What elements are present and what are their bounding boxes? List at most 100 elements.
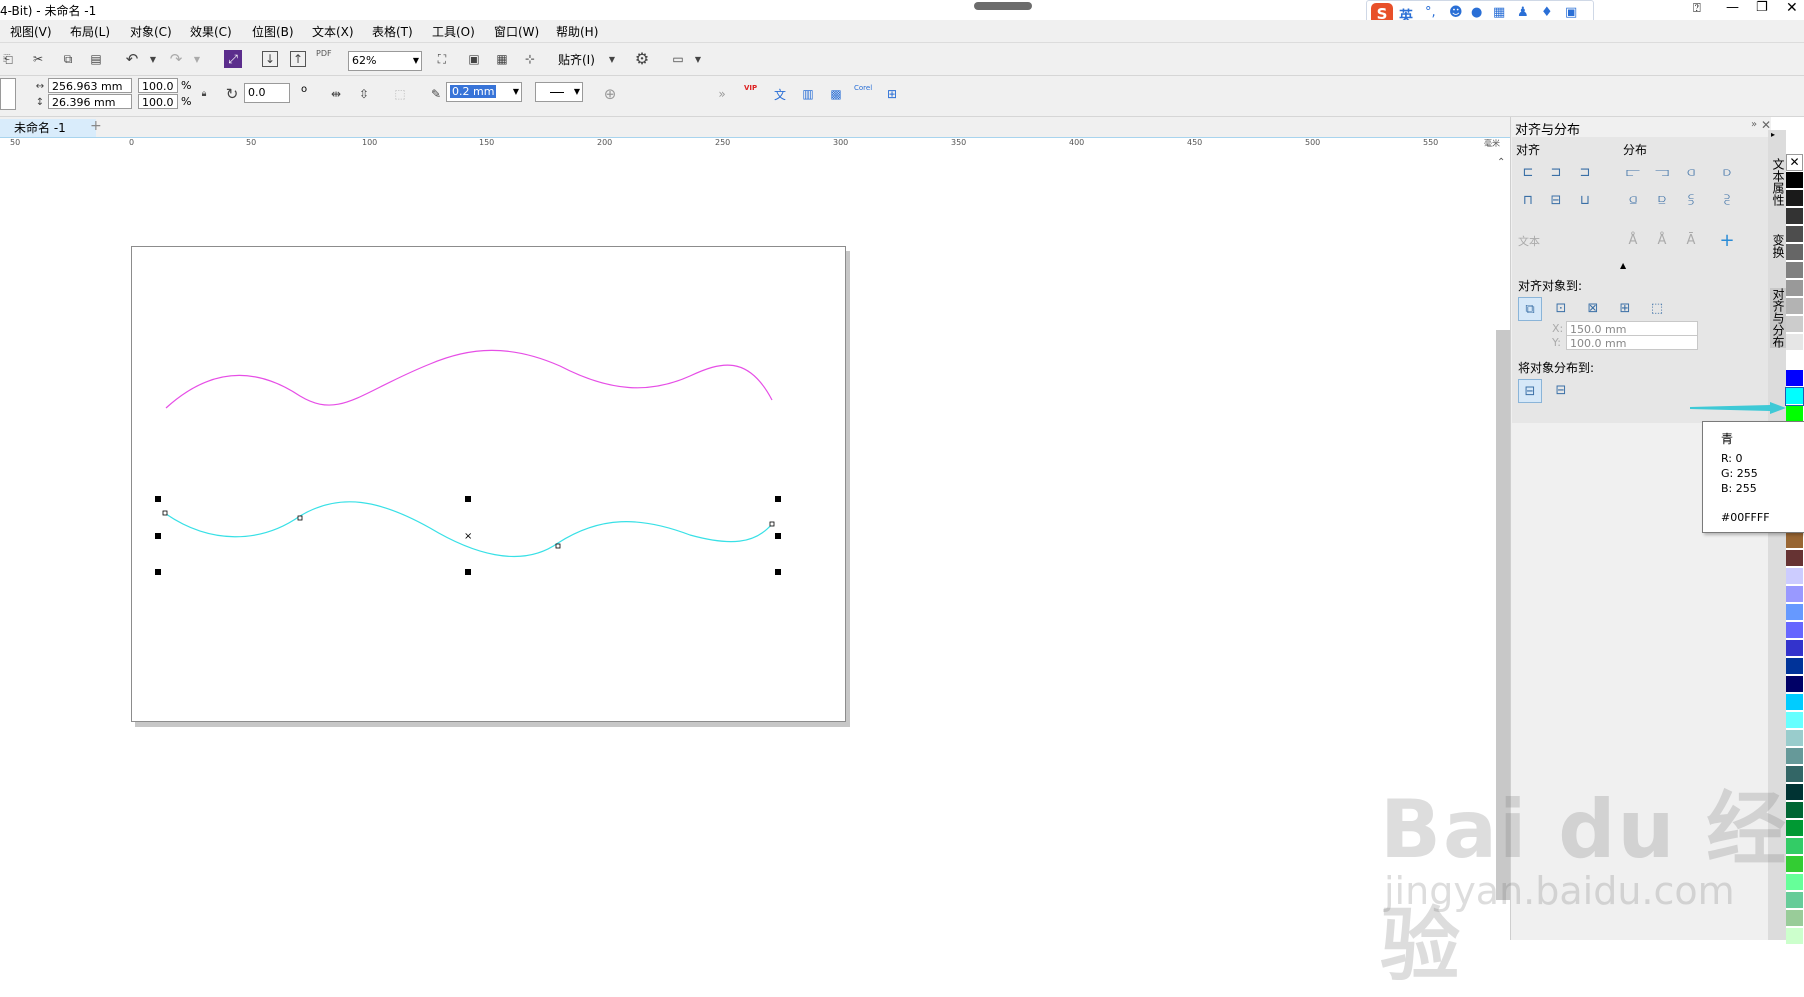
align-options-plus-icon[interactable]: +	[1716, 229, 1738, 251]
show-grid-icon[interactable]: ▦	[494, 51, 510, 67]
snap-to-button[interactable]: 贴齐(I)	[558, 51, 595, 68]
distribute-spacing-v-icon[interactable]: ⫔	[1716, 189, 1738, 211]
selection-handle[interactable]	[775, 533, 781, 539]
align-bottom-icon[interactable]: ⊔	[1574, 189, 1596, 211]
align-to-point-icon[interactable]: ⬚	[1646, 297, 1668, 319]
redo-icon[interactable]: ↷	[168, 50, 184, 68]
palette-swatch[interactable]	[1786, 208, 1803, 225]
side-tab-transform[interactable]: 变换	[1770, 234, 1787, 258]
menu-object[interactable]: 对象(C)	[130, 23, 172, 40]
menu-table[interactable]: 表格(T)	[372, 23, 413, 40]
distribute-top-icon[interactable]: ⫑	[1622, 189, 1644, 211]
side-tab-text-properties[interactable]: 文本属性	[1770, 158, 1787, 206]
object-width-field[interactable]: 256.963 mm	[48, 78, 132, 93]
menu-layout[interactable]: 布局(L)	[70, 23, 110, 40]
align-to-grid-icon[interactable]: ⊞	[1614, 297, 1636, 319]
object-height-field[interactable]: 26.396 mm	[48, 94, 132, 109]
help-window-icon[interactable]: ⍰	[1693, 1, 1701, 16]
palette-swatch[interactable]	[1786, 622, 1803, 639]
redo-dropdown-icon[interactable]: ▼	[189, 51, 205, 67]
position-field[interactable]	[0, 78, 16, 110]
palette-swatch[interactable]	[1786, 352, 1803, 369]
app-launcher-dropdown-icon[interactable]: ▼	[690, 51, 706, 67]
horizontal-ruler[interactable]: 50 0 50 100 150 200 250 300 350 400 450 …	[0, 137, 1510, 155]
palette-swatch[interactable]	[1786, 370, 1803, 387]
menu-text[interactable]: 文本(X)	[312, 23, 354, 40]
palette-swatch[interactable]	[1786, 280, 1803, 297]
selection-handle[interactable]	[775, 569, 781, 575]
scale-x-field[interactable]: 100.0	[138, 78, 178, 93]
app-launcher-icon[interactable]: ▭	[670, 51, 686, 67]
menu-window[interactable]: 窗口(W)	[494, 23, 539, 40]
node-handle[interactable]	[555, 543, 561, 549]
batch-plugin-icon[interactable]: ⊞	[884, 86, 900, 102]
zoom-dropdown-icon[interactable]: ▼	[413, 52, 419, 70]
plugin-text-icon[interactable]: 文	[772, 86, 788, 102]
align-center-h-icon[interactable]: ⊐	[1545, 161, 1567, 183]
docker-collapse-icon[interactable]: »	[1751, 119, 1757, 130]
add-document-tab-button[interactable]: +	[90, 118, 102, 134]
align-to-active-object-icon[interactable]: ⧉	[1518, 297, 1542, 321]
align-left-icon[interactable]: ⊏	[1517, 161, 1539, 183]
align-top-icon[interactable]: ⊓	[1517, 189, 1539, 211]
palette-swatch[interactable]	[1786, 244, 1803, 261]
vip-icon[interactable]: VIP	[744, 84, 757, 92]
toolbox-icon[interactable]: ▣	[1565, 5, 1577, 20]
palette-swatch[interactable]	[1786, 298, 1803, 315]
palette-swatch[interactable]	[1786, 676, 1803, 693]
y-position-field[interactable]: 100.0 mm	[1566, 335, 1698, 350]
microphone-icon[interactable]: ●	[1471, 5, 1482, 20]
distribute-to-selection-icon[interactable]: ⊟	[1518, 379, 1542, 403]
align-right-icon[interactable]: ⊐	[1574, 161, 1596, 183]
add-preset-icon[interactable]: ⊕	[602, 85, 618, 103]
distribute-bottom-icon[interactable]: ⫓	[1680, 189, 1702, 211]
options-gear-icon[interactable]: ⚙	[634, 49, 650, 68]
menu-effects[interactable]: 效果(C)	[190, 23, 232, 40]
menu-view[interactable]: 视图(V)	[10, 23, 52, 40]
side-tab-align-distribute[interactable]: 对齐与分布	[1770, 288, 1787, 348]
side-tab-scroll-icon[interactable]: ▸	[1771, 130, 1775, 139]
curves-layer[interactable]: ×	[0, 154, 1500, 940]
palette-swatch[interactable]	[1786, 658, 1803, 675]
node-handle[interactable]	[162, 510, 168, 516]
copy-icon[interactable]: ⧉	[60, 51, 76, 67]
line-style-field[interactable]: ▼	[535, 82, 583, 102]
close-icon[interactable]: ✕	[1786, 0, 1798, 16]
line-style-dropdown-icon[interactable]: ▼	[574, 83, 580, 101]
restore-icon[interactable]: ❐	[1756, 0, 1768, 15]
palette-swatch[interactable]	[1786, 262, 1803, 279]
zoom-level-field[interactable]: 62% ▼	[348, 51, 422, 71]
outline-width-field[interactable]: 0.2 mm ▼	[446, 82, 522, 102]
paste-icon[interactable]: ⎗	[0, 51, 16, 67]
distribute-left-icon[interactable]: ⫍	[1622, 161, 1644, 183]
minimize-icon[interactable]: —	[1726, 0, 1739, 15]
lock-ratio-icon[interactable]: 🔒︎	[196, 86, 212, 102]
palette-swatch[interactable]	[1785, 387, 1804, 406]
magenta-curve[interactable]	[165, 349, 773, 409]
document-tab[interactable]: 未命名 -1	[0, 119, 96, 137]
selection-handle[interactable]	[465, 569, 471, 575]
text-first-line-icon[interactable]: Å	[1622, 229, 1644, 251]
palette-swatch[interactable]	[1786, 550, 1803, 567]
palette-swatch[interactable]	[1786, 712, 1803, 729]
distribute-center-v-icon[interactable]: ⫒	[1651, 189, 1673, 211]
qrcode-icon[interactable]: ▩	[828, 86, 844, 102]
palette-swatch[interactable]	[1786, 532, 1803, 549]
distribute-right-icon[interactable]: ⫏	[1680, 161, 1702, 183]
show-guidelines-icon[interactable]: ⊹	[522, 51, 538, 67]
selection-handle[interactable]	[465, 496, 471, 502]
outline-width-dropdown-icon[interactable]: ▼	[513, 83, 519, 101]
cut-icon[interactable]: ✂	[30, 51, 46, 67]
menu-bitmap[interactable]: 位图(B)	[252, 23, 294, 40]
align-to-page-edge-icon[interactable]: ⊡	[1550, 297, 1572, 319]
menu-help[interactable]: 帮助(H)	[556, 23, 598, 40]
barcode-icon[interactable]: ▥	[800, 86, 816, 102]
palette-swatch[interactable]	[1786, 604, 1803, 621]
section-collapse-icon[interactable]: ▲	[1620, 261, 1626, 270]
text-bbox-icon[interactable]: Ā	[1680, 229, 1702, 251]
distribute-spacing-h-icon[interactable]: ⫐	[1716, 161, 1738, 183]
palette-swatch[interactable]	[1786, 586, 1803, 603]
selection-handle[interactable]	[155, 533, 161, 539]
full-screen-preview-icon[interactable]: ▣	[466, 51, 482, 67]
node-handle[interactable]	[769, 521, 775, 527]
